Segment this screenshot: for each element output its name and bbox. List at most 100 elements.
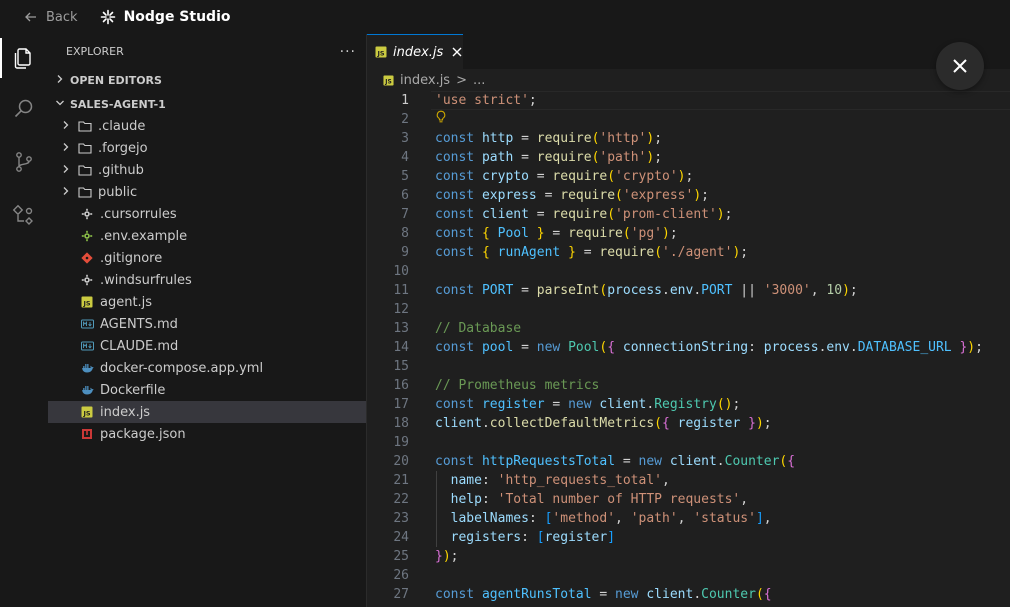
tree-item-label: .gitignore xyxy=(100,250,163,266)
code-text: const crypto = require('crypto'); xyxy=(435,167,693,186)
code-token: ) xyxy=(677,169,686,184)
npm-icon xyxy=(80,427,94,441)
code-token: const xyxy=(435,150,475,165)
line-number: 21 xyxy=(393,473,409,488)
line-number: 25 xyxy=(393,549,409,564)
activity-bar xyxy=(0,34,48,607)
more-actions-button[interactable]: ··· xyxy=(340,44,356,60)
search-icon[interactable] xyxy=(0,85,48,133)
line-number: 27 xyxy=(393,587,409,602)
code-line: 22 help: 'Total number of HTTP requests'… xyxy=(367,490,1010,509)
code-token: ( xyxy=(615,188,623,203)
open-editors-label: OPEN EDITORS xyxy=(70,73,162,87)
code-token: ; xyxy=(740,245,749,260)
tree-file[interactable]: .gitignore xyxy=(48,247,366,269)
code-token: // Prometheus metrics xyxy=(435,378,600,393)
code-token: ) xyxy=(442,549,451,564)
tree-file[interactable]: .cursorrules xyxy=(48,203,366,225)
code-line: 6 const express = require('express'); xyxy=(367,186,1010,205)
line-number: 5 xyxy=(401,169,409,184)
markdown-file-icon xyxy=(80,339,94,353)
code-token: } xyxy=(435,549,443,564)
code-token: // Database xyxy=(435,321,522,336)
breadcrumb-file[interactable]: index.js xyxy=(400,73,450,88)
code-token: { xyxy=(662,416,670,431)
code-token: ) xyxy=(716,207,725,222)
breadcrumb-symbols[interactable]: ... xyxy=(473,73,485,88)
tree-folder[interactable]: public xyxy=(48,181,366,203)
tree-file[interactable]: docker-compose.app.yml xyxy=(48,357,366,379)
code-token: = xyxy=(513,131,537,146)
code-token: registers xyxy=(450,530,522,545)
code-token: client xyxy=(646,587,694,602)
code-token: : xyxy=(528,511,545,526)
breadcrumb: JS index.js > ... xyxy=(367,69,1010,91)
code-token: ; xyxy=(528,93,537,108)
line-number: 1 xyxy=(401,93,409,108)
code-line: 8 const { Pool } = require('pg'); xyxy=(367,224,1010,243)
tree-folder[interactable]: .claude xyxy=(48,115,366,137)
tree-file[interactable]: package.json xyxy=(48,423,366,445)
code-line: 17 const register = new client.Registry()… xyxy=(367,395,1010,414)
code-token: ) xyxy=(646,131,655,146)
code-token: 'prom-client' xyxy=(615,207,717,222)
nodes-icon[interactable] xyxy=(0,191,48,239)
code-token: ; xyxy=(669,226,678,241)
chevron-right-icon xyxy=(60,119,72,134)
tree-file[interactable]: JS agent.js xyxy=(48,291,366,313)
code-token: runAgent xyxy=(497,245,561,260)
code-token: ( xyxy=(607,207,616,222)
source-control-icon[interactable] xyxy=(0,138,48,186)
code-editor[interactable]: 1'use strict'; 2 3 const http = require('ht… xyxy=(367,91,1010,607)
tree-file[interactable]: JS index.js xyxy=(48,401,366,423)
files-icon[interactable] xyxy=(0,34,48,82)
code-token: ; xyxy=(450,549,459,564)
tree-file[interactable]: CLAUDE.md xyxy=(48,335,366,357)
back-button[interactable]: Back xyxy=(24,10,78,25)
line-number: 16 xyxy=(393,378,409,393)
line-number: 10 xyxy=(393,264,409,279)
close-icon xyxy=(953,59,967,73)
code-token: = xyxy=(575,245,600,260)
code-token: 'status' xyxy=(693,511,756,526)
lightbulb-icon[interactable] xyxy=(435,110,447,130)
project-section[interactable]: SALES-AGENT-1 xyxy=(48,93,366,115)
tab-label: index.js xyxy=(393,44,444,60)
svg-text:JS: JS xyxy=(384,78,392,85)
code-token: 'use strict' xyxy=(435,93,529,108)
tree-item-label: .cursorrules xyxy=(100,206,177,222)
tree-file[interactable]: .windsurfrules xyxy=(48,269,366,291)
tab-index-js[interactable]: JS index.js xyxy=(367,34,463,69)
tree-item-label: public xyxy=(98,184,138,200)
code-token: collectDefaultMetrics xyxy=(489,416,655,431)
tree-folder[interactable]: .forgejo xyxy=(48,137,366,159)
code-line: 14 const pool = new Pool({ connectionStri… xyxy=(367,338,1010,357)
tree-file[interactable]: .env.example xyxy=(48,225,366,247)
code-text: const { runAgent } = require('./agent'); xyxy=(435,243,748,262)
code-line: 4 const path = require('path'); xyxy=(367,148,1010,167)
code-text: const path = require('path'); xyxy=(435,148,662,167)
code-token: ( xyxy=(607,169,616,184)
code-token: ) xyxy=(842,283,850,298)
code-token: require xyxy=(536,131,592,146)
code-token: const xyxy=(435,131,475,146)
code-token: labelNames xyxy=(450,511,529,526)
code-token: client xyxy=(481,207,529,222)
line-number: 8 xyxy=(401,226,409,241)
tab-close-icon[interactable] xyxy=(451,43,463,62)
code-token: . xyxy=(662,283,670,298)
folder-icon xyxy=(78,163,92,177)
tree-file[interactable]: Dockerfile xyxy=(48,379,366,401)
open-editors-section[interactable]: OPEN EDITORS xyxy=(48,69,366,91)
tree-file[interactable]: AGENTS.md xyxy=(48,313,366,335)
tree-folder[interactable]: .github xyxy=(48,159,366,181)
code-line: 2 xyxy=(367,110,1010,129)
svg-text:JS: JS xyxy=(82,300,90,308)
title-bar: Back Nodge Studio xyxy=(0,0,1010,34)
close-button[interactable] xyxy=(936,42,984,90)
